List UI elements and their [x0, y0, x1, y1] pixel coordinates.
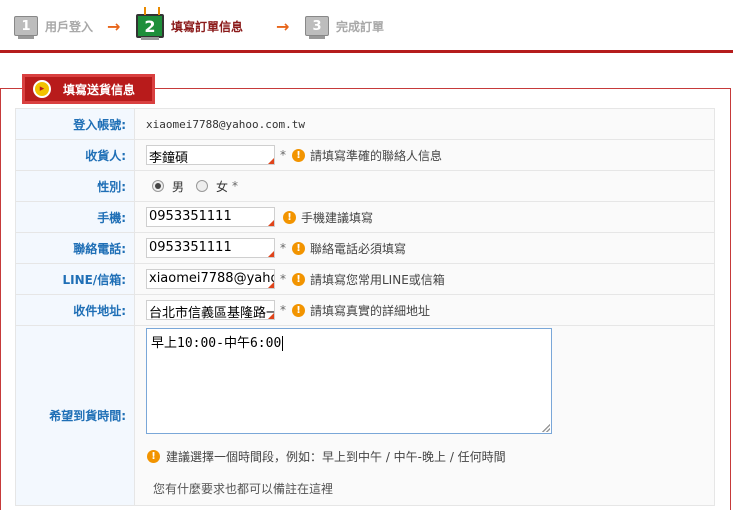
line-email-label: LINE/信箱: — [15, 263, 135, 295]
mobile-input[interactable]: 0953351111 — [146, 207, 275, 227]
play-icon: ▸ — [33, 80, 51, 98]
receiver-input[interactable]: 李鐘碩 — [146, 145, 275, 165]
step-number-icon: 3 — [305, 16, 329, 39]
delivery-time-hint: 建議選擇一個時間段，例如：早上到中午 / 中午-晚上 / 任何時間 — [166, 450, 506, 464]
step-label: 填寫訂單信息 — [171, 19, 244, 34]
mobile-label: 手機: — [15, 201, 135, 233]
step-number-icon: 2 — [136, 14, 164, 40]
form-row-receiver: 收貨人: 李鐘碩 * ! 請填寫準確的聯絡人信息 — [15, 139, 715, 171]
resize-grip-icon[interactable] — [542, 424, 550, 432]
step-complete: 3 完成訂單 — [305, 10, 384, 42]
step-number-icon: 1 — [14, 16, 38, 39]
line-email-input[interactable]: xiaomei7788@yahoo.c — [146, 269, 275, 289]
arrow-right-icon: → — [107, 17, 121, 36]
gender-female-radio[interactable] — [196, 180, 209, 192]
address-hint: 請填寫真實的詳細地址 — [310, 303, 431, 318]
required-mark: * — [280, 241, 286, 255]
step-label: 完成訂單 — [336, 19, 385, 34]
section-tab: ▸ 填寫送貨信息 — [22, 74, 155, 104]
mobile-hint: 手機建議填寫 — [301, 210, 374, 225]
section-title: 填寫送貨信息 — [63, 82, 136, 97]
form-row-login: 登入帳號: xiaomei7788@yahoo.com.tw — [15, 108, 715, 140]
required-mark: * — [232, 179, 239, 193]
phone-label: 聯絡電話: — [15, 232, 135, 264]
receiver-hint: 請填寫準確的聯絡人信息 — [310, 148, 443, 163]
step-login: 1 用戶登入 — [14, 10, 93, 42]
shipping-form: 登入帳號: xiaomei7788@yahoo.com.tw 收貨人: 李鐘碩 … — [15, 108, 715, 506]
delivery-time-label: 希望到貨時間: — [15, 325, 135, 506]
gender-female-label[interactable]: 女 — [216, 178, 228, 195]
delivery-time-value: 早上10:00-中午6:00 — [151, 336, 282, 351]
required-mark: * — [280, 272, 286, 286]
gender-male-label[interactable]: 男 — [172, 178, 184, 195]
info-icon: ! — [292, 241, 305, 255]
info-icon: ! — [292, 148, 305, 162]
form-row-delivery-time: 希望到貨時間: 早上10:00-中午6:00 ! 建議選擇一個時間段，例如：早上… — [15, 325, 715, 506]
arrow-right-icon: → — [276, 17, 290, 36]
info-icon: ! — [292, 272, 305, 286]
info-icon: ! — [292, 303, 305, 317]
receiver-label: 收貨人: — [15, 139, 135, 171]
delivery-time-textarea[interactable]: 早上10:00-中午6:00 — [146, 328, 552, 434]
info-icon: ! — [283, 210, 296, 224]
gender-label: 性別: — [15, 170, 135, 202]
info-icon: ! — [147, 450, 160, 463]
form-row-gender: 性別: 男 女 * — [15, 170, 715, 202]
required-mark: * — [280, 148, 286, 162]
step-label: 用戶登入 — [45, 19, 94, 34]
form-row-mobile: 手機: 0953351111 ! 手機建議填寫 — [15, 201, 715, 233]
delivery-time-note: 您有什麼要求也都可以備註在這裡 — [153, 482, 334, 496]
login-label: 登入帳號: — [15, 108, 135, 140]
phone-input[interactable]: 0953351111 — [146, 238, 275, 258]
steps-divider — [0, 50, 733, 53]
phone-hint: 聯絡電話必須填寫 — [310, 241, 407, 256]
required-mark: * — [280, 303, 286, 317]
gender-male-radio[interactable] — [152, 180, 164, 192]
form-row-phone: 聯絡電話: 0953351111 * ! 聯絡電話必須填寫 — [15, 232, 715, 264]
form-row-line-email: LINE/信箱: xiaomei7788@yahoo.c * ! 請填寫您常用L… — [15, 263, 715, 295]
line-email-hint: 請填寫您常用LINE或信箱 — [310, 272, 445, 287]
checkout-steps: 1 用戶登入 → 2 填寫訂單信息 → 3 完成訂單 — [0, 0, 733, 53]
login-value: xiaomei7788@yahoo.com.tw — [146, 117, 305, 131]
address-input[interactable]: 台北市信義區基隆路一 — [146, 300, 275, 320]
form-row-address: 收件地址: 台北市信義區基隆路一 * ! 請填寫真實的詳細地址 — [15, 294, 715, 326]
address-label: 收件地址: — [15, 294, 135, 326]
step-order-info: 2 填寫訂單信息 — [136, 10, 243, 42]
